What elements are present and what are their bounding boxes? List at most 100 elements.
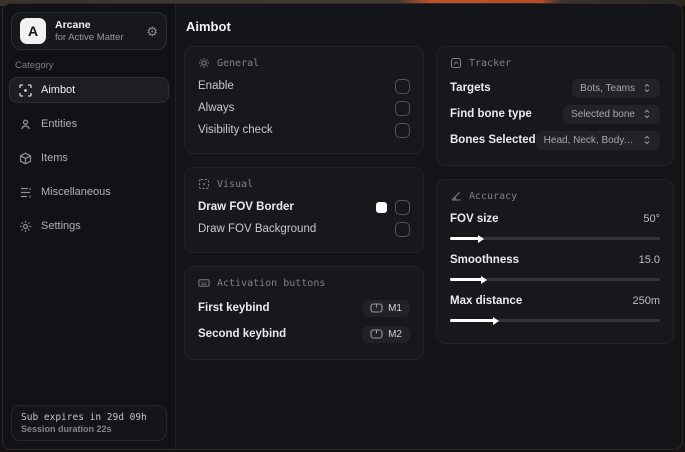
setting-row-targets: Targets Bots, Teams [450, 75, 660, 101]
sidebar-item-label: Miscellaneous [41, 186, 111, 198]
app-subtitle: for Active Matter [55, 31, 124, 43]
setting-label: Second keybind [198, 328, 287, 340]
subscription-info: Sub expires in 29d 09h Session duration … [11, 405, 167, 441]
fov-size-value: 50° [643, 213, 660, 225]
gear-icon[interactable]: ⚙ [146, 25, 158, 38]
session-duration-text: Session duration 22s [21, 424, 112, 434]
logo-card: A Arcane for Active Matter ⚙ [11, 12, 167, 50]
setting-row-bones-selected: Bones Selected Head, Neck, Body, Pe.. [450, 127, 660, 153]
setting-row-draw-fov-background: Draw FOV Background [198, 218, 410, 240]
setting-label: Enable [198, 80, 234, 92]
first-keybind-button[interactable]: M1 [362, 299, 410, 317]
visual-card: Visual Draw FOV Border Draw FOV Backgrou… [184, 167, 424, 253]
sidebar-item-label: Aimbot [41, 84, 76, 96]
category-nav: Aimbot Entities Items Miscellaneous Sett… [3, 75, 175, 241]
arcane-overlay-window: A Arcane for Active Matter ⚙ Category Ai… [2, 3, 683, 450]
setting-label: Smoothness [450, 254, 520, 266]
bones-selected-dropdown[interactable]: Head, Neck, Body, Pe.. [535, 130, 660, 150]
setting-label: Bones Selected [450, 134, 536, 146]
activation-title-label: Activation buttons [217, 277, 326, 289]
max-distance-setting: Max distance 250m [450, 290, 660, 325]
targets-dropdown[interactable]: Bots, Teams [572, 78, 660, 98]
keybind-value: M1 [388, 302, 402, 314]
activation-section-title: Activation buttons [198, 277, 410, 289]
setting-label: Find bone type [450, 108, 532, 120]
find-bone-type-dropdown[interactable]: Selected bone [563, 104, 660, 124]
slider-thumb[interactable] [493, 316, 500, 325]
keybind-value: M2 [388, 328, 402, 340]
accuracy-title-label: Accuracy [469, 190, 518, 202]
setting-row-second-keybind: Second keybind M2 [198, 321, 410, 347]
tracker-section-title: Tracker [450, 57, 660, 69]
setting-row-draw-fov-border: Draw FOV Border [198, 196, 410, 218]
mouse-icon [370, 329, 383, 339]
sidebar-item-label: Entities [41, 118, 78, 130]
draw-fov-border-checkbox[interactable] [395, 199, 410, 215]
general-title-label: General [217, 57, 260, 69]
setting-label: Always [198, 102, 235, 114]
slider-thumb[interactable] [480, 275, 487, 284]
slider-fill [450, 316, 500, 325]
dropdown-value: Head, Neck, Body, Pe.. [543, 134, 635, 146]
tracker-title-label: Tracker [469, 57, 512, 69]
mouse-icon [370, 303, 383, 313]
setting-row-visibility-check: Visibility check [198, 119, 410, 141]
smoothness-slider[interactable] [450, 275, 660, 284]
expand-icon [644, 135, 650, 145]
setting-label: Draw FOV Border [198, 201, 294, 213]
expand-icon [644, 83, 650, 93]
general-icon [198, 57, 210, 69]
setting-label: Visibility check [198, 124, 273, 136]
list-icon [19, 186, 32, 199]
app-title: Arcane [55, 18, 91, 31]
max-distance-slider[interactable] [450, 316, 660, 325]
draw-fov-background-checkbox[interactable] [395, 221, 410, 237]
setting-row-find-bone-type: Find bone type Selected bone [450, 101, 660, 127]
sidebar-item-label: Items [41, 152, 68, 164]
sidebar-item-settings[interactable]: Settings [9, 213, 169, 239]
visual-section-title: Visual [198, 178, 410, 190]
entities-icon [19, 118, 32, 131]
enable-checkbox[interactable] [395, 78, 410, 94]
setting-label: FOV size [450, 213, 499, 225]
dropdown-value: Bots, Teams [580, 82, 635, 94]
cube-icon [19, 152, 32, 165]
tracker-card: Tracker Targets Bots, Teams Find bone ty… [436, 46, 674, 166]
tracker-icon [450, 57, 462, 69]
fov-size-slider[interactable] [450, 234, 660, 243]
smoothness-value: 15.0 [638, 254, 660, 266]
setting-row-always: Always [198, 97, 410, 119]
angle-icon [450, 190, 462, 202]
sidebar-item-aimbot[interactable]: Aimbot [9, 77, 169, 103]
visibility-check-checkbox[interactable] [395, 122, 410, 138]
accuracy-card: Accuracy FOV size 50° Smoothness 15.0 Ma… [436, 179, 674, 344]
main-content: Aimbot General Enable Always Visibility … [176, 4, 682, 449]
dropdown-value: Selected bone [571, 108, 635, 120]
slider-thumb[interactable] [478, 234, 485, 243]
logo-text: Arcane for Active Matter [55, 19, 137, 44]
setting-label: Max distance [450, 295, 523, 307]
sidebar-item-miscellaneous[interactable]: Miscellaneous [9, 179, 169, 205]
activation-card: Activation buttons First keybind M1 Seco… [184, 266, 424, 360]
category-label: Category [15, 60, 54, 71]
sidebar-item-items[interactable]: Items [9, 145, 169, 171]
app-logo: A [20, 18, 46, 44]
sidebar: A Arcane for Active Matter ⚙ Category Ai… [3, 4, 176, 449]
always-checkbox[interactable] [395, 100, 410, 116]
second-keybind-button[interactable]: M2 [362, 325, 410, 343]
accuracy-section-title: Accuracy [450, 190, 660, 202]
right-column: Tracker Targets Bots, Teams Find bone ty… [436, 46, 674, 344]
keyboard-icon [198, 277, 210, 289]
general-section-title: General [198, 57, 410, 69]
setting-label: First keybind [198, 302, 270, 314]
fov-border-color-swatch[interactable] [376, 201, 387, 213]
sidebar-item-label: Settings [41, 220, 81, 232]
crosshair-icon [19, 83, 32, 97]
visual-title-label: Visual [217, 178, 254, 190]
setting-row-first-keybind: First keybind M1 [198, 295, 410, 321]
sidebar-item-entities[interactable]: Entities [9, 111, 169, 137]
expand-icon [644, 109, 650, 119]
setting-row-enable: Enable [198, 75, 410, 97]
slider-fill [450, 234, 485, 243]
smoothness-setting: Smoothness 15.0 [450, 249, 660, 284]
